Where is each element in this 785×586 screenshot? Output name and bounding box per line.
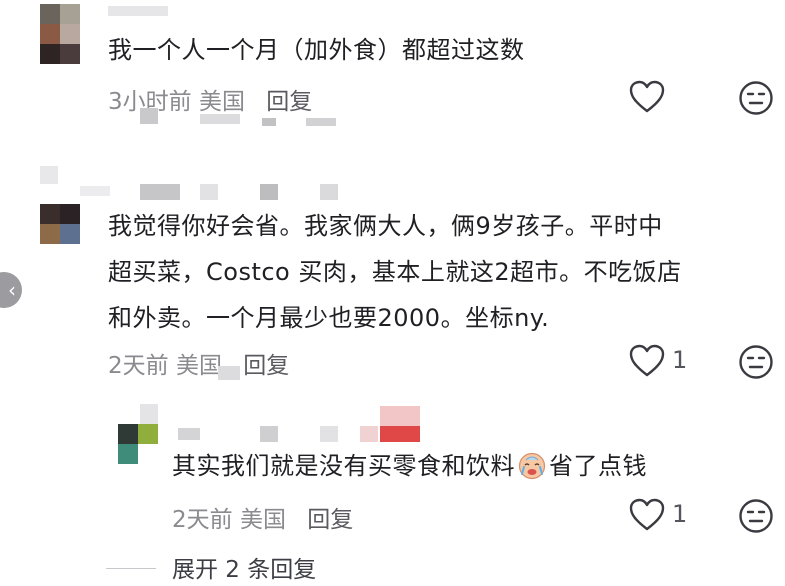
comment-location: 美国 [198, 89, 245, 115]
redaction-mosaic [262, 118, 276, 126]
username-obscured[interactable] [140, 184, 180, 200]
username-obscured[interactable] [178, 428, 200, 440]
comment-time: 2天前 [172, 507, 233, 533]
heart-outline-icon[interactable] [629, 80, 665, 114]
username-obscured[interactable] [260, 426, 278, 442]
heart-outline-icon[interactable] [629, 344, 665, 378]
comment-time: 2天前 [108, 353, 169, 379]
reply-button[interactable]: 回复 [243, 353, 289, 379]
like-count: 1 [672, 500, 688, 528]
like-count: 1 [672, 346, 688, 374]
chevron-left-icon[interactable]: ‹ [0, 272, 22, 308]
neutral-face-icon[interactable] [738, 344, 774, 380]
redaction-mosaic [218, 366, 240, 380]
comment-text-line: 和外卖。一个月最少也要2000。坐标ny. [108, 304, 550, 332]
neutral-face-icon[interactable] [738, 498, 774, 534]
comment-text-line: 超买菜，Costco 买肉，基本上就这2超市。不吃饭店 [108, 258, 682, 286]
username-obscured[interactable] [80, 186, 110, 196]
redaction-mosaic [40, 166, 58, 184]
avatar[interactable] [118, 424, 158, 464]
divider [106, 568, 156, 569]
redaction-mosaic [200, 114, 240, 124]
comment-meta: 2天前 美国 回复 [172, 500, 353, 534]
comment-location: 美国 [239, 507, 286, 533]
redaction-mosaic [140, 404, 158, 424]
comment-meta: 2天前 美国 回复 [108, 346, 289, 380]
comment-text-line: 我觉得你好会省。我家俩大人，俩9岁孩子。平时中 [108, 212, 663, 240]
comment-text-part: 省了点钱 [549, 452, 647, 480]
username-obscured[interactable] [108, 6, 168, 16]
comment-meta: 3小时前 美国 回复 [108, 82, 312, 116]
neutral-face-icon[interactable] [738, 80, 774, 116]
username-obscured[interactable] [360, 426, 378, 442]
comment-text-part: 其实我们就是没有买零食和饮料 [172, 452, 515, 480]
avatar[interactable] [40, 4, 80, 64]
comment-text: 其实我们就是没有买零食和饮料 省了点钱 [172, 442, 647, 490]
comment-text: 我一个人一个月（加外食）都超过这数 [108, 36, 525, 64]
expand-replies-button[interactable]: 展开 2 条回复 [172, 550, 316, 584]
reply-button[interactable]: 回复 [307, 507, 353, 533]
comment-location: 美国 [175, 353, 222, 379]
redaction-mosaic [306, 118, 336, 126]
heart-outline-icon[interactable] [629, 498, 665, 532]
username-obscured[interactable] [320, 184, 338, 200]
username-obscured[interactable] [200, 184, 218, 200]
username-obscured[interactable] [320, 426, 338, 442]
redaction-mosaic [140, 108, 158, 124]
username-obscured[interactable] [380, 406, 420, 426]
reply-button[interactable]: 回复 [266, 89, 312, 115]
username-obscured[interactable] [380, 426, 420, 442]
username-obscured[interactable] [260, 184, 278, 200]
avatar[interactable] [40, 204, 80, 244]
crying-face-emoji [518, 452, 546, 480]
